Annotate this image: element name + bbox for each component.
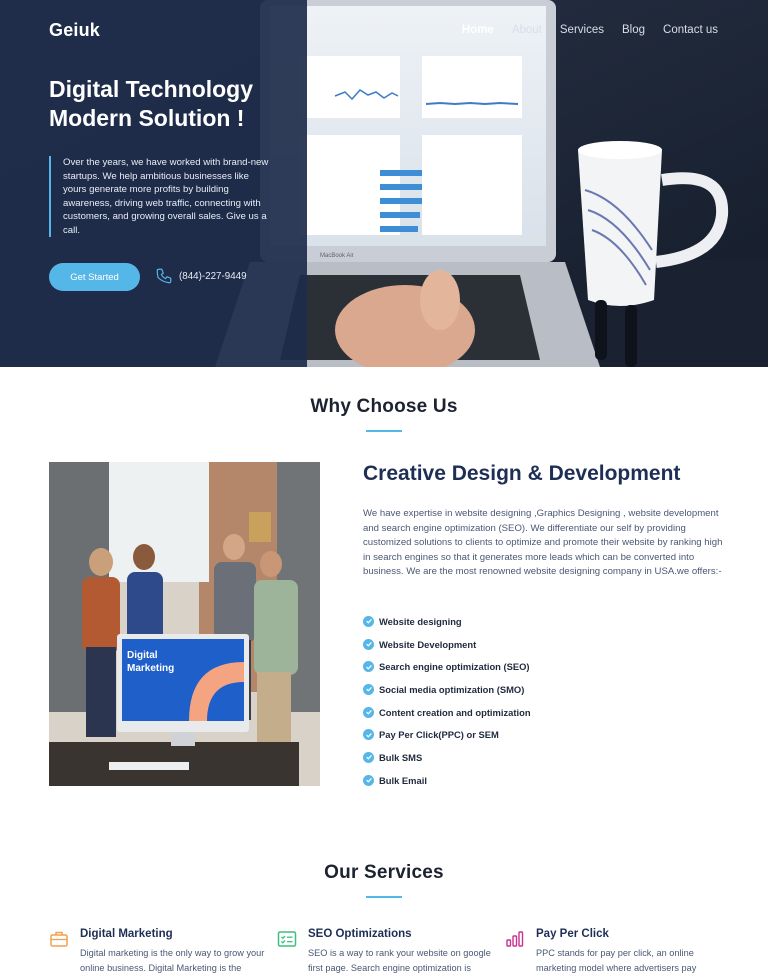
- list-item: Bulk SMS: [363, 746, 531, 769]
- why-heading: Creative Design & Development: [363, 462, 681, 485]
- get-started-button[interactable]: Get Started: [49, 263, 140, 291]
- nav-blog[interactable]: Blog: [622, 24, 645, 36]
- monitor-text-line2: Marketing: [127, 663, 174, 674]
- list-item-label: Website designing: [379, 615, 462, 627]
- nav-about[interactable]: About: [512, 24, 542, 36]
- list-item-label: Bulk SMS: [379, 751, 423, 763]
- check-icon: [363, 615, 374, 627]
- checklist-icon: [277, 931, 297, 947]
- hero-title-line1: Digital Technology: [49, 76, 254, 102]
- nav-home[interactable]: Home: [462, 24, 494, 36]
- list-item: Website designing: [363, 610, 531, 633]
- services-title-underline: [366, 896, 402, 898]
- svg-text:MacBook Air: MacBook Air: [320, 253, 354, 259]
- hero-description: Over the years, we have worked with bran…: [49, 156, 271, 237]
- check-icon: [363, 751, 374, 763]
- phone-number: (844)-227-9449: [179, 270, 247, 282]
- briefcase-icon: [50, 931, 68, 947]
- service-title: SEO Optimizations: [308, 928, 412, 940]
- hero-title: Digital Technology Modern Solution !: [49, 75, 299, 133]
- check-icon: [363, 638, 374, 650]
- nav-services[interactable]: Services: [560, 24, 604, 36]
- list-item: Social media optimization (SMO): [363, 678, 531, 701]
- service-title: Digital Marketing: [80, 928, 173, 940]
- list-item: Pay Per Click(PPC) or SEM: [363, 723, 531, 746]
- list-item-label: Bulk Email: [379, 774, 427, 786]
- why-choose-title: Why Choose Us: [310, 396, 458, 417]
- offerings-list: Website designing Website Development Se…: [363, 610, 531, 792]
- list-item-label: Content creation and optimization: [379, 706, 531, 718]
- list-item-label: Website Development: [379, 638, 477, 650]
- check-icon: [363, 706, 374, 718]
- list-item-label: Pay Per Click(PPC) or SEM: [379, 729, 499, 741]
- list-item: Bulk Email: [363, 769, 531, 792]
- service-title: Pay Per Click: [536, 928, 609, 940]
- team-photo: Digital Marketing: [49, 462, 320, 786]
- services-row: Digital Marketing Digital marketing is t…: [0, 927, 768, 979]
- service-text: SEO is a way to rank your website on goo…: [308, 948, 491, 973]
- check-icon: [363, 729, 374, 741]
- phone-contact[interactable]: (844)-227-9449: [155, 267, 247, 285]
- list-item-label: Search engine optimization (SEO): [379, 661, 530, 673]
- office-illustration: Digital Marketing: [49, 462, 320, 786]
- check-icon: [363, 661, 374, 673]
- list-item: Content creation and optimization: [363, 701, 531, 724]
- check-icon: [363, 683, 374, 695]
- service-text: PPC stands for pay per click, an online …: [536, 948, 697, 973]
- list-item: Search engine optimization (SEO): [363, 655, 531, 678]
- hero-title-line2: Modern Solution !: [49, 105, 245, 131]
- why-description: We have expertise in website designing ,…: [363, 508, 723, 578]
- bar-chart-icon: [506, 931, 524, 947]
- monitor-text-line1: Digital: [127, 650, 158, 661]
- hero-section: MacBook Air Geiuk Home About Services Bl…: [0, 0, 768, 367]
- why-title-underline: [366, 430, 402, 432]
- brand-logo[interactable]: Geiuk: [49, 20, 100, 41]
- phone-icon: [156, 268, 172, 284]
- our-services-title: Our Services: [324, 862, 444, 883]
- list-item-label: Social media optimization (SMO): [379, 683, 525, 695]
- list-item: Website Development: [363, 633, 531, 656]
- main-nav: Home About Services Blog Contact us: [462, 24, 718, 36]
- check-icon: [363, 774, 374, 786]
- service-text: Digital marketing is the only way to gro…: [80, 948, 265, 973]
- nav-contact[interactable]: Contact us: [663, 24, 718, 36]
